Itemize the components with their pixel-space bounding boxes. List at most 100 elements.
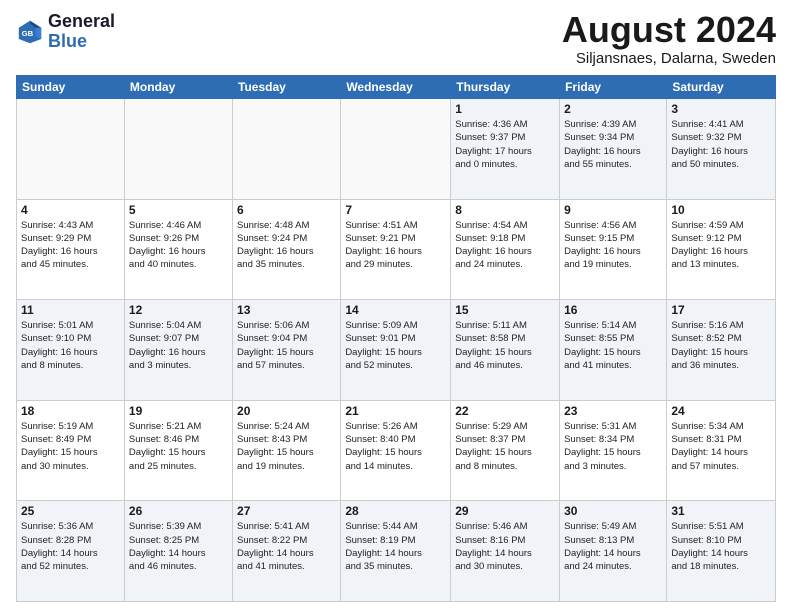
day-number: 7 [345, 203, 446, 217]
logo-icon: GB [16, 18, 44, 46]
calendar-cell: 20 Sunrise: 5:24 AMSunset: 8:43 PMDayligh… [233, 400, 341, 501]
calendar-cell: 31 Sunrise: 5:51 AMSunset: 8:10 PMDayligh… [667, 501, 776, 602]
calendar-cell: 5 Sunrise: 4:46 AMSunset: 9:26 PMDaylight… [124, 199, 232, 300]
day-number: 19 [129, 404, 228, 418]
calendar-cell: 12Sunrise: 5:04 AMSunset: 9:07 PMDayligh… [124, 300, 232, 401]
day-info: Sunrise: 4:43 AMSunset: 9:29 PMDaylight:… [21, 219, 120, 272]
day-number: 15 [455, 303, 555, 317]
header-tuesday: Tuesday [233, 76, 341, 99]
day-number: 1 [455, 102, 555, 116]
day-info: Sunrise: 5:06 AMSunset: 9:04 PMDaylight:… [237, 319, 336, 372]
day-info: Sunrise: 5:09 AMSunset: 9:01 PMDaylight:… [345, 319, 446, 372]
calendar-cell: 23Sunrise: 5:31 AMSunset: 8:34 PMDayligh… [560, 400, 667, 501]
calendar-cell: 14Sunrise: 5:09 AMSunset: 9:01 PMDayligh… [341, 300, 451, 401]
day-info: Sunrise: 5:21 AMSunset: 8:46 PMDaylight:… [129, 420, 228, 473]
day-number: 11 [21, 303, 120, 317]
calendar-cell: 11 Sunrise: 5:01 AMSunset: 9:10 PMDayligh… [17, 300, 125, 401]
day-number: 28 [345, 504, 446, 518]
calendar-week-3: 11 Sunrise: 5:01 AMSunset: 9:10 PMDayligh… [17, 300, 776, 401]
month-title: August 2024 [562, 12, 776, 48]
day-info: Sunrise: 4:39 AMSunset: 9:34 PMDaylight:… [564, 118, 662, 171]
day-info: Sunrise: 5:01 AMSunset: 9:10 PMDaylight:… [21, 319, 120, 372]
day-number: 8 [455, 203, 555, 217]
day-number: 17 [671, 303, 771, 317]
day-number: 18 [21, 404, 120, 418]
header: GB General Blue August 2024 Siljansnaes,… [16, 12, 776, 67]
calendar-cell: 8 Sunrise: 4:54 AMSunset: 9:18 PMDaylight… [451, 199, 560, 300]
calendar-cell: 10 Sunrise: 4:59 AMSunset: 9:12 PMDayligh… [667, 199, 776, 300]
day-info: Sunrise: 5:49 AMSunset: 8:13 PMDaylight:… [564, 520, 662, 573]
day-info: Sunrise: 5:26 AMSunset: 8:40 PMDaylight:… [345, 420, 446, 473]
day-info: Sunrise: 5:44 AMSunset: 8:19 PMDaylight:… [345, 520, 446, 573]
day-info: Sunrise: 4:46 AMSunset: 9:26 PMDaylight:… [129, 219, 228, 272]
day-number: 27 [237, 504, 336, 518]
header-monday: Monday [124, 76, 232, 99]
calendar-cell: 29Sunrise: 5:46 AMSunset: 8:16 PMDayligh… [451, 501, 560, 602]
day-number: 2 [564, 102, 662, 116]
calendar-cell: 3Sunrise: 4:41 AMSunset: 9:32 PMDaylight… [667, 99, 776, 200]
calendar-header-row: SundayMondayTuesdayWednesdayThursdayFrid… [17, 76, 776, 99]
day-info: Sunrise: 5:41 AMSunset: 8:22 PMDaylight:… [237, 520, 336, 573]
calendar-cell: 15 Sunrise: 5:11 AMSunset: 8:58 PMDayligh… [451, 300, 560, 401]
day-info: Sunrise: 4:59 AMSunset: 9:12 PMDaylight:… [671, 219, 771, 272]
header-saturday: Saturday [667, 76, 776, 99]
day-info: Sunrise: 5:24 AMSunset: 8:43 PMDaylight:… [237, 420, 336, 473]
calendar-cell: 9 Sunrise: 4:56 AMSunset: 9:15 PMDaylight… [560, 199, 667, 300]
day-number: 30 [564, 504, 662, 518]
day-info: Sunrise: 4:54 AMSunset: 9:18 PMDaylight:… [455, 219, 555, 272]
day-info: Sunrise: 4:36 AMSunset: 9:37 PMDaylight:… [455, 118, 555, 171]
page: GB General Blue August 2024 Siljansnaes,… [0, 0, 792, 612]
day-number: 21 [345, 404, 446, 418]
calendar-cell: 22Sunrise: 5:29 AMSunset: 8:37 PMDayligh… [451, 400, 560, 501]
calendar-cell: 2 Sunrise: 4:39 AMSunset: 9:34 PMDaylight… [560, 99, 667, 200]
calendar-cell [17, 99, 125, 200]
calendar-cell: 21 Sunrise: 5:26 AMSunset: 8:40 PMDayligh… [341, 400, 451, 501]
day-number: 9 [564, 203, 662, 217]
calendar-cell [124, 99, 232, 200]
day-number: 12 [129, 303, 228, 317]
day-number: 20 [237, 404, 336, 418]
calendar-cell [233, 99, 341, 200]
day-info: Sunrise: 5:11 AMSunset: 8:58 PMDaylight:… [455, 319, 555, 372]
day-info: Sunrise: 5:36 AMSunset: 8:28 PMDaylight:… [21, 520, 120, 573]
calendar-cell: 24 Sunrise: 5:34 AMSunset: 8:31 PMDayligh… [667, 400, 776, 501]
location-subtitle: Siljansnaes, Dalarna, Sweden [562, 50, 776, 67]
day-number: 25 [21, 504, 120, 518]
day-info: Sunrise: 4:56 AMSunset: 9:15 PMDaylight:… [564, 219, 662, 272]
calendar-cell: 27 Sunrise: 5:41 AMSunset: 8:22 PMDayligh… [233, 501, 341, 602]
day-info: Sunrise: 5:51 AMSunset: 8:10 PMDaylight:… [671, 520, 771, 573]
calendar-cell: 19 Sunrise: 5:21 AMSunset: 8:46 PMDayligh… [124, 400, 232, 501]
day-info: Sunrise: 5:16 AMSunset: 8:52 PMDaylight:… [671, 319, 771, 372]
day-info: Sunrise: 4:51 AMSunset: 9:21 PMDaylight:… [345, 219, 446, 272]
day-info: Sunrise: 4:41 AMSunset: 9:32 PMDaylight:… [671, 118, 771, 171]
calendar-cell: 1 Sunrise: 4:36 AMSunset: 9:37 PMDaylight… [451, 99, 560, 200]
calendar-cell: 18 Sunrise: 5:19 AMSunset: 8:49 PMDayligh… [17, 400, 125, 501]
day-number: 4 [21, 203, 120, 217]
calendar-cell: 25 Sunrise: 5:36 AMSunset: 8:28 PMDayligh… [17, 501, 125, 602]
day-info: Sunrise: 4:48 AMSunset: 9:24 PMDaylight:… [237, 219, 336, 272]
calendar-table: SundayMondayTuesdayWednesdayThursdayFrid… [16, 75, 776, 602]
day-info: Sunrise: 5:29 AMSunset: 8:37 PMDaylight:… [455, 420, 555, 473]
day-number: 31 [671, 504, 771, 518]
day-number: 10 [671, 203, 771, 217]
header-friday: Friday [560, 76, 667, 99]
day-number: 23 [564, 404, 662, 418]
calendar-cell: 4 Sunrise: 4:43 AMSunset: 9:29 PMDaylight… [17, 199, 125, 300]
day-info: Sunrise: 5:19 AMSunset: 8:49 PMDaylight:… [21, 420, 120, 473]
calendar-week-1: 1 Sunrise: 4:36 AMSunset: 9:37 PMDaylight… [17, 99, 776, 200]
day-info: Sunrise: 5:39 AMSunset: 8:25 PMDaylight:… [129, 520, 228, 573]
day-number: 24 [671, 404, 771, 418]
calendar-cell: 16Sunrise: 5:14 AMSunset: 8:55 PMDayligh… [560, 300, 667, 401]
calendar-cell: 13Sunrise: 5:06 AMSunset: 9:04 PMDayligh… [233, 300, 341, 401]
day-number: 5 [129, 203, 228, 217]
day-number: 26 [129, 504, 228, 518]
calendar-cell: 17 Sunrise: 5:16 AMSunset: 8:52 PMDayligh… [667, 300, 776, 401]
day-info: Sunrise: 5:46 AMSunset: 8:16 PMDaylight:… [455, 520, 555, 573]
calendar-cell: 6Sunrise: 4:48 AMSunset: 9:24 PMDaylight… [233, 199, 341, 300]
day-info: Sunrise: 5:14 AMSunset: 8:55 PMDaylight:… [564, 319, 662, 372]
header-thursday: Thursday [451, 76, 560, 99]
calendar-cell: 28 Sunrise: 5:44 AMSunset: 8:19 PMDayligh… [341, 501, 451, 602]
calendar-week-5: 25 Sunrise: 5:36 AMSunset: 8:28 PMDayligh… [17, 501, 776, 602]
svg-text:GB: GB [22, 29, 34, 38]
day-info: Sunrise: 5:34 AMSunset: 8:31 PMDaylight:… [671, 420, 771, 473]
